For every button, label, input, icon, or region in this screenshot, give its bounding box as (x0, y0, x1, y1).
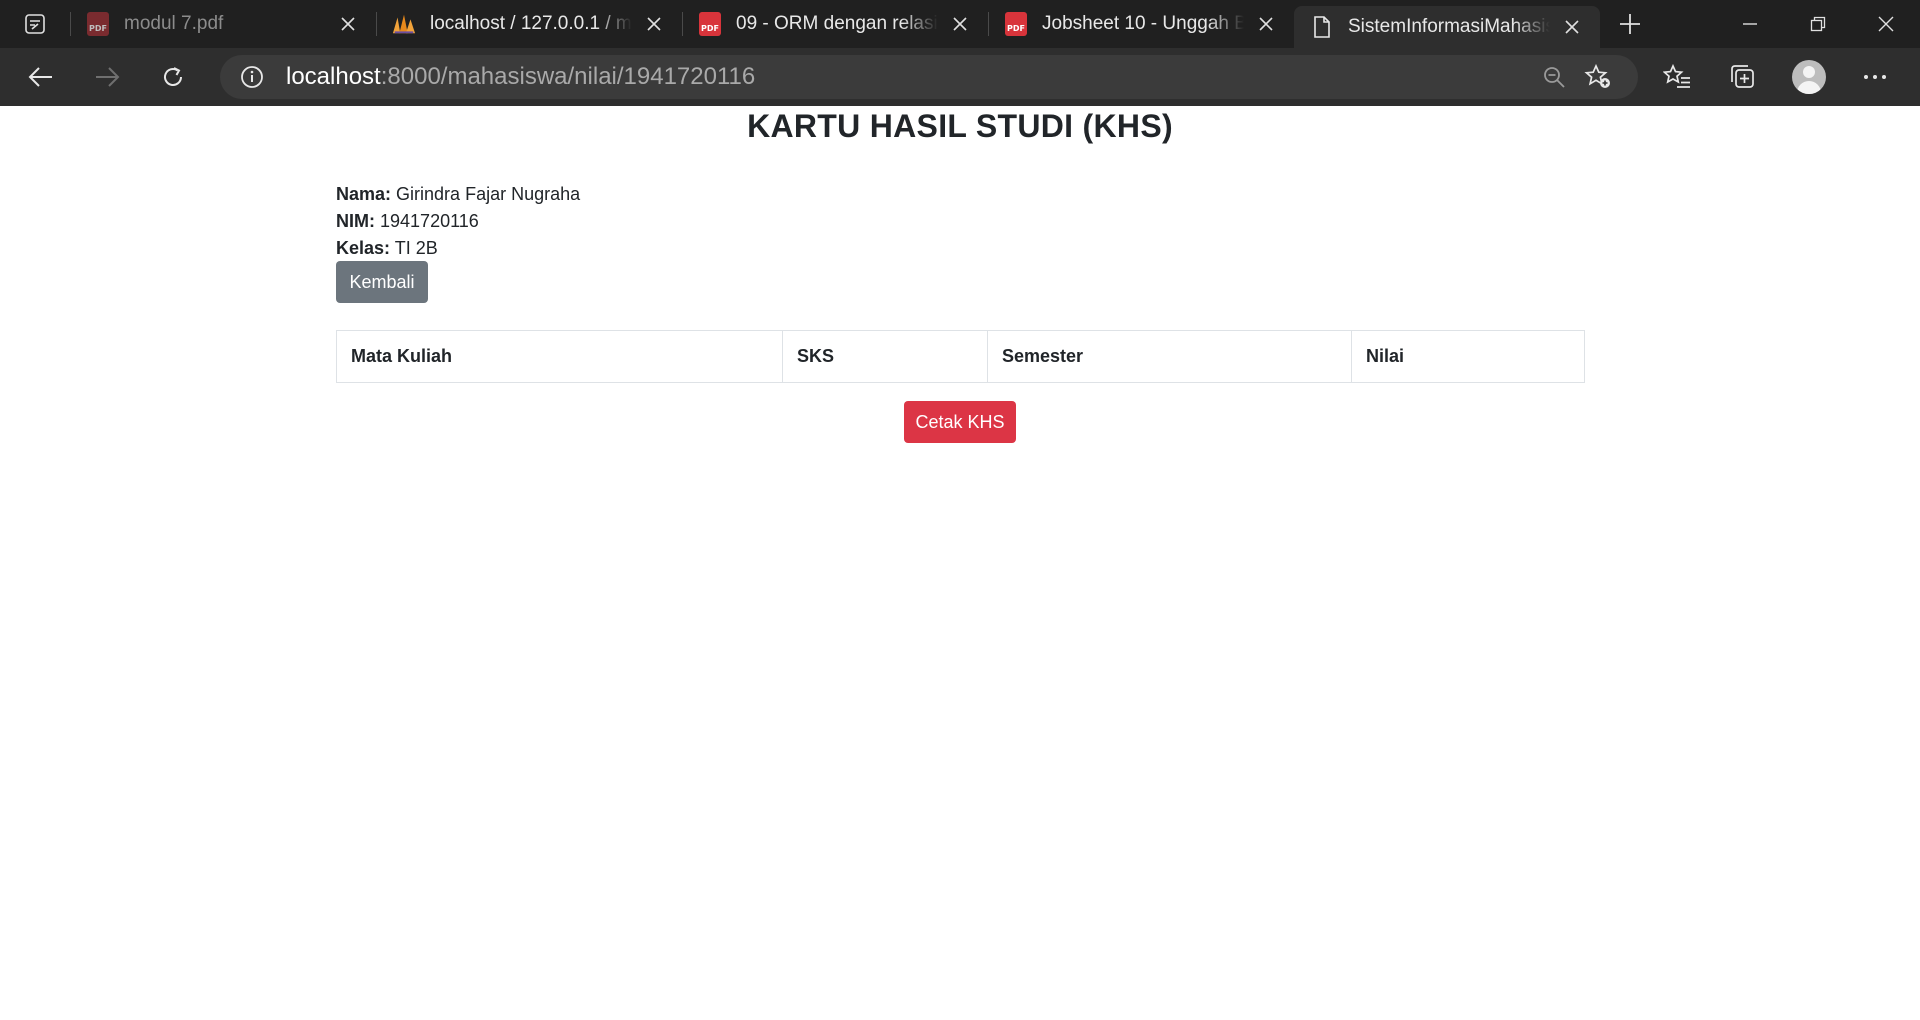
avatar (1792, 60, 1826, 94)
khs-table: Mata Kuliah SKS Semester Nilai (336, 330, 1585, 383)
nim-value: 1941720116 (380, 211, 479, 231)
profile-button[interactable] (1776, 48, 1842, 106)
nim-label: NIM: (336, 211, 375, 231)
pdf-badge-label: PDF (699, 12, 721, 36)
close-window-button[interactable] (1852, 0, 1920, 48)
favorites-icon (1663, 64, 1690, 88)
new-tab-button[interactable] (1600, 0, 1660, 48)
kembali-button[interactable]: Kembali (336, 261, 428, 303)
cetak-khs-button[interactable]: Cetak KHS (904, 401, 1016, 443)
arrow-left-icon (28, 67, 52, 87)
restore-icon (1810, 16, 1826, 32)
zoom-out-icon[interactable] (1532, 59, 1576, 95)
header-nilai: Nilai (1351, 330, 1585, 383)
address-bar[interactable]: localhost:8000/mahasiswa/nilai/194172011… (220, 55, 1638, 99)
tab-separator (376, 12, 377, 36)
tab-title: Jobsheet 10 - Unggah Berkas (1042, 13, 1244, 34)
refresh-button[interactable] (140, 48, 206, 106)
kelas-label: Kelas: (336, 238, 391, 258)
name-value: Girindra Fajar Nugraha (396, 184, 581, 204)
close-icon[interactable] (946, 10, 974, 38)
pdf-icon: PDF (698, 12, 722, 36)
settings-menu-button[interactable] (1842, 48, 1908, 106)
name-label: Nama: (336, 184, 392, 204)
forward-button[interactable] (74, 48, 140, 106)
arrow-right-icon (96, 67, 120, 87)
refresh-icon (164, 67, 182, 86)
pdf-badge-label: PDF (1005, 12, 1027, 36)
pdf-badge-label: PDF (87, 12, 109, 36)
plus-icon (1620, 14, 1640, 34)
restore-button[interactable] (1784, 0, 1852, 48)
tab-title: modul 7.pdf (124, 13, 224, 34)
tab-separator (70, 12, 71, 36)
student-kelas-row: Kelas: TI 2B (336, 235, 580, 262)
info-icon[interactable] (238, 63, 266, 91)
header-mata-kuliah: Mata Kuliah (336, 330, 783, 383)
minimize-button[interactable] (1716, 0, 1784, 48)
table-header-row: Mata Kuliah SKS Semester Nilai (336, 330, 1585, 383)
header-semester: Semester (987, 330, 1352, 383)
close-icon[interactable] (1558, 13, 1586, 41)
tab-separator (988, 12, 989, 36)
url-host: localhost (286, 63, 381, 90)
tab-title: 09 - ORM dengan relasi IDE (736, 13, 938, 34)
student-nim-row: NIM: 1941720116 (336, 208, 580, 235)
minimize-icon (1743, 23, 1757, 25)
add-favorite-icon[interactable] (1576, 59, 1620, 95)
student-name-row: Nama: Girindra Fajar Nugraha (336, 181, 580, 208)
tab-modul-7[interactable]: PDF modul 7.pdf (70, 0, 376, 48)
browser-tab-bar: PDF modul 7.pdf localhost / 127.0.0.1 / … (0, 0, 1920, 48)
page-icon (1310, 15, 1334, 39)
header-sks: SKS (782, 330, 988, 383)
page-content: KARTU HASIL STUDI (KHS) Nama: Girindra F… (0, 106, 1920, 1020)
browser-toolbar: localhost:8000/mahasiswa/nilai/194172011… (0, 48, 1920, 106)
tab-jobsheet-10[interactable]: PDF Jobsheet 10 - Unggah Berkas (988, 0, 1294, 48)
collections-icon (1731, 65, 1754, 88)
tab-actions-icon (25, 14, 45, 34)
tab-title: SistemInformasiMahasiswa (1348, 16, 1550, 37)
url-path: :8000/mahasiswa/nilai/1941720116 (380, 63, 756, 90)
tab-phpmyadmin[interactable]: localhost / 127.0.0.1 / mahasiswa (376, 0, 682, 48)
favorites-button[interactable] (1644, 48, 1710, 106)
collections-button[interactable] (1710, 48, 1776, 106)
page-title: KARTU HASIL STUDI (KHS) (747, 108, 1173, 144)
kelas-value: TI 2B (394, 238, 438, 258)
tab-sistem-informasi-mahasiswa[interactable]: SistemInformasiMahasiswa (1294, 6, 1600, 48)
close-icon[interactable] (1252, 10, 1280, 38)
close-icon[interactable] (640, 10, 668, 38)
tab-actions-button[interactable] (0, 0, 70, 48)
close-window-icon (1878, 16, 1894, 32)
tab-separator (682, 12, 683, 36)
close-icon[interactable] (334, 10, 362, 38)
back-button[interactable] (8, 48, 74, 106)
pdf-icon: PDF (86, 12, 110, 36)
pdf-icon: PDF (1004, 12, 1028, 36)
tab-title: localhost / 127.0.0.1 / mahasiswa (430, 13, 632, 34)
student-info: Nama: Girindra Fajar Nugraha NIM: 194172… (336, 181, 580, 262)
more-icon (1864, 75, 1886, 79)
tab-orm-pdf[interactable]: PDF 09 - ORM dengan relasi IDE (682, 0, 988, 48)
phpmyadmin-icon (392, 12, 416, 36)
tabbar-drag-area[interactable] (1660, 0, 1716, 48)
url-text[interactable]: localhost:8000/mahasiswa/nilai/194172011… (286, 63, 1532, 91)
